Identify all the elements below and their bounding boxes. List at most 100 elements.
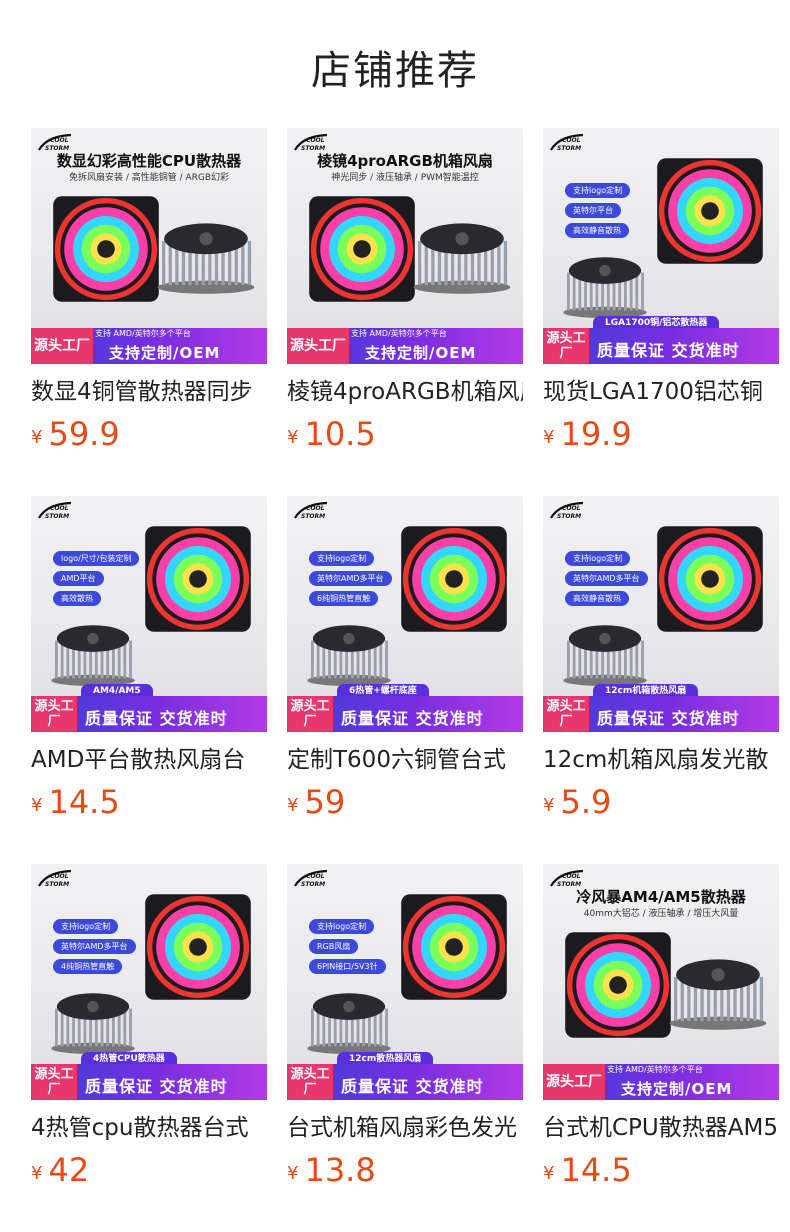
svg-text:STORM: STORM xyxy=(301,881,325,888)
brand-logo: COOL STORM xyxy=(37,500,72,520)
store-recommendations-page: 店铺推荐 COOL STORM 数显幻彩高性能CPU散热器 免拆风扇安装 / 高性能铜… xyxy=(0,0,790,1232)
product-image[interactable]: COOL STORM 棱镜4proARGB机箱风扇 神光同步 / 液压轴承 / PWM… xyxy=(287,128,523,364)
feature-tag: AMD平台 xyxy=(53,571,104,586)
product-name[interactable]: 数显4铜管散热器同步 xyxy=(31,376,267,408)
feature-tag: 6PIN接口/5V3针 xyxy=(309,959,386,974)
price-value: 5.9 xyxy=(560,783,612,821)
banner-subtext: 支持 AMD/英特尔多个平台 xyxy=(351,329,447,338)
currency-symbol: ¥ xyxy=(31,1163,43,1184)
brand-logo: COOL STORM xyxy=(549,500,584,520)
banner-main-text: 质量保证 交货准时 xyxy=(341,709,484,728)
price-value: 13.8 xyxy=(304,1151,376,1189)
brand-logo: COOL STORM xyxy=(37,868,72,888)
cooler-illustration xyxy=(557,612,653,692)
svg-text:COOL: COOL xyxy=(50,137,69,144)
currency-symbol: ¥ xyxy=(31,427,43,448)
product-name[interactable]: 定制T600六铜管台式 xyxy=(287,744,523,776)
currency-symbol: ¥ xyxy=(543,795,555,816)
product-price: ¥59 xyxy=(287,784,523,826)
product-name[interactable]: AMD平台散热风扇台 xyxy=(31,744,267,776)
product-image[interactable]: COOL STORM 冷风暴AM4/AM5散热器 40mm大铝芯 / 液压轴承 / 增… xyxy=(543,864,779,1100)
image-subline: 40mm大铝芯 / 液压轴承 / 增压大风量 xyxy=(583,909,739,919)
product-name[interactable]: 棱镜4proARGB机箱风扇 xyxy=(287,376,523,408)
feature-tags: 支持logo定制 英特尔AMD多平台 高效静音散热 xyxy=(565,551,648,611)
banner-main-text: 质量保证 交货准时 xyxy=(85,1077,228,1096)
product-name[interactable]: 现货LGA1700铝芯铜 xyxy=(543,376,779,408)
fan-illustration xyxy=(399,524,509,638)
cooler-illustration xyxy=(45,612,141,692)
product-name[interactable]: 12cm机箱风扇发光散 xyxy=(543,744,779,776)
svg-text:COOL: COOL xyxy=(562,137,581,144)
banner-main-text: 质量保证 交货准时 xyxy=(597,341,740,360)
banner-source-label: 源头工厂 xyxy=(287,696,333,732)
product-card[interactable]: COOL STORM 支持logo定制 英特尔AMD多平台 4纯铜热管直触 4热管CPU散… xyxy=(31,864,267,1232)
product-card[interactable]: COOL STORM 支持logo定制 英特尔AMD多平台 6纯铜热管直触 6热管+螺杆底… xyxy=(287,496,523,864)
product-image[interactable]: COOL STORM 支持logo定制 英特尔AMD多平台 6纯铜热管直触 6热管+螺杆底… xyxy=(287,496,523,732)
feature-tag: 高效散热 xyxy=(53,591,101,606)
product-image[interactable]: COOL STORM 支持logo定制 英特尔平台 高效静音散热 LGA1700铜/铝芯散… xyxy=(543,128,779,364)
image-banner: 源头工厂 质量保证 交货准时 xyxy=(31,1064,267,1100)
brand-logo: COOL STORM xyxy=(37,132,72,152)
fan-illustration xyxy=(143,524,253,638)
currency-symbol: ¥ xyxy=(543,1163,555,1184)
image-banner: 源头工厂 支持 AMD/英特尔多个平台 支持定制/OEM xyxy=(543,1064,779,1100)
banner-source-label: 源头工厂 xyxy=(31,696,77,732)
product-name[interactable]: 台式机箱风扇彩色发光 xyxy=(287,1112,523,1144)
svg-text:STORM: STORM xyxy=(301,513,325,520)
image-banner: 源头工厂 质量保证 交货准时 xyxy=(287,696,523,732)
fan-illustration xyxy=(563,930,673,1044)
product-grid: COOL STORM 数显幻彩高性能CPU散热器 免拆风扇安装 / 高性能铜管 / A… xyxy=(31,128,790,1232)
currency-symbol: ¥ xyxy=(287,427,299,448)
fan-illustration xyxy=(399,892,509,1006)
feature-tag: 英特尔AMD多平台 xyxy=(565,571,648,586)
image-headline: 冷风暴AM4/AM5散热器 xyxy=(576,888,746,906)
brand-logo: COOL STORM xyxy=(549,132,584,152)
currency-symbol: ¥ xyxy=(543,427,555,448)
feature-tag: 英特尔AMD多平台 xyxy=(53,939,136,954)
feature-tags: 支持logo定制 RGB风扇 6PIN接口/5V3针 xyxy=(309,919,386,979)
brand-logo: COOL STORM xyxy=(293,868,328,888)
svg-text:COOL: COOL xyxy=(306,873,325,880)
product-name[interactable]: 台式机CPU散热器AM5 xyxy=(543,1112,779,1144)
image-subline: 免拆风扇安装 / 高性能铜管 / ARGB幻彩 xyxy=(68,173,230,183)
product-price: ¥42 xyxy=(31,1152,267,1194)
currency-symbol: ¥ xyxy=(287,1163,299,1184)
product-price: ¥13.8 xyxy=(287,1152,523,1194)
svg-text:STORM: STORM xyxy=(45,881,69,888)
feature-tags: 支持logo定制 英特尔AMD多平台 6纯铜热管直触 xyxy=(309,551,392,611)
product-card[interactable]: COOL STORM 数显幻彩高性能CPU散热器 免拆风扇安装 / 高性能铜管 / A… xyxy=(31,128,267,496)
product-image[interactable]: COOL STORM 支持logo定制 英特尔AMD多平台 高效静音散热 12cm机箱散热… xyxy=(543,496,779,732)
product-price: ¥10.5 xyxy=(287,416,523,458)
svg-text:STORM: STORM xyxy=(557,513,581,520)
product-name[interactable]: 4热管cpu散热器台式 xyxy=(31,1112,267,1144)
fan-illustration xyxy=(143,892,253,1006)
cooler-illustration xyxy=(301,612,397,692)
product-image[interactable]: COOL STORM 支持logo定制 RGB风扇 6PIN接口/5V3针 12cm散热器… xyxy=(287,864,523,1100)
cooler-illustration xyxy=(663,938,773,1042)
product-card[interactable]: COOL STORM 冷风暴AM4/AM5散热器 40mm大铝芯 / 液压轴承 / 增… xyxy=(543,864,779,1232)
fan-illustration xyxy=(655,156,765,270)
product-card[interactable]: COOL STORM 棱镜4proARGB机箱风扇 神光同步 / 液压轴承 / PWM… xyxy=(287,128,523,496)
image-banner: 源头工厂 质量保证 交货准时 xyxy=(31,696,267,732)
product-image[interactable]: COOL STORM logo/尺寸/包装定制 AMD平台 高效散热 AM4/AM5 源头工… xyxy=(31,496,267,732)
feature-tags: logo/尺寸/包装定制 AMD平台 高效散热 xyxy=(53,551,140,611)
banner-source-label: 源头工厂 xyxy=(31,328,93,364)
image-headline: 棱镜4proARGB机箱风扇 xyxy=(317,152,493,170)
product-image[interactable]: COOL STORM 支持logo定制 英特尔AMD多平台 4纯铜热管直触 4热管CPU散… xyxy=(31,864,267,1100)
brand-logo: COOL STORM xyxy=(293,132,328,152)
feature-tag: 高效静音散热 xyxy=(565,591,629,606)
page-title: 店铺推荐 xyxy=(311,48,479,94)
product-image[interactable]: COOL STORM 数显幻彩高性能CPU散热器 免拆风扇安装 / 高性能铜管 / A… xyxy=(31,128,267,364)
product-card[interactable]: COOL STORM 支持logo定制 英特尔平台 高效静音散热 LGA1700铜/铝芯散… xyxy=(543,128,779,496)
price-value: 42 xyxy=(48,1151,90,1189)
fan-illustration xyxy=(307,194,417,308)
product-card[interactable]: COOL STORM logo/尺寸/包装定制 AMD平台 高效散热 AM4/AM5 源头工… xyxy=(31,496,267,864)
image-banner: 源头工厂 支持 AMD/英特尔多个平台 支持定制/OEM xyxy=(287,328,523,364)
product-card[interactable]: COOL STORM 支持logo定制 英特尔AMD多平台 高效静音散热 12cm机箱散热… xyxy=(543,496,779,864)
banner-subtext: 支持 AMD/英特尔多个平台 xyxy=(607,1065,703,1074)
product-card[interactable]: COOL STORM 支持logo定制 RGB风扇 6PIN接口/5V3针 12cm散热器… xyxy=(287,864,523,1232)
banner-source-label: 源头工厂 xyxy=(543,328,589,364)
svg-text:STORM: STORM xyxy=(45,513,69,520)
banner-main-text: 支持定制/OEM xyxy=(621,1080,733,1098)
feature-tag: 4纯铜热管直触 xyxy=(53,959,123,974)
